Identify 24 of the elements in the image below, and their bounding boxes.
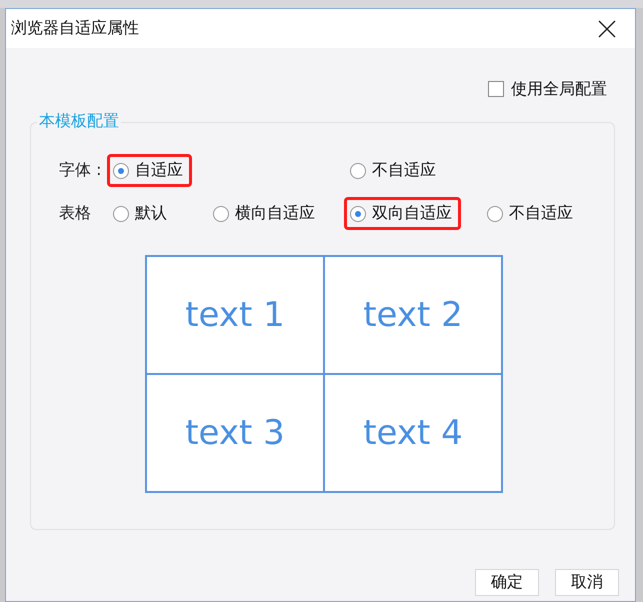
radio-button[interactable] xyxy=(113,162,129,178)
radio-button[interactable] xyxy=(350,162,366,178)
radio-button[interactable] xyxy=(213,206,229,222)
radio-label: 不自适应 xyxy=(372,160,436,181)
row-label: 表格 xyxy=(59,203,92,224)
preview-cell: text 2 xyxy=(324,256,502,374)
radio-label: 横向自适应 xyxy=(235,203,315,224)
window-title: 浏览器自适应属性 xyxy=(11,18,139,39)
radio-button[interactable] xyxy=(487,206,503,222)
dialog-button[interactable]: 取消 xyxy=(555,569,619,596)
checkbox-label: 使用全局配置 xyxy=(511,78,607,100)
preview-cell: text 1 xyxy=(146,256,324,374)
radio-label: 双向自适应 xyxy=(372,203,452,224)
radio-button[interactable] xyxy=(350,206,366,222)
checkbox[interactable] xyxy=(488,81,504,97)
dialog-button[interactable]: 确定 xyxy=(475,569,539,596)
radio-label: 不自适应 xyxy=(509,203,573,224)
close-icon[interactable] xyxy=(598,20,616,38)
row-label: 字体 : xyxy=(59,160,102,181)
preview-cell: text 4 xyxy=(324,374,502,492)
radio-label: 自适应 xyxy=(135,160,183,181)
radio-button[interactable] xyxy=(113,206,129,222)
radio-label: 默认 xyxy=(135,203,167,224)
preview-cell: text 3 xyxy=(146,374,324,492)
